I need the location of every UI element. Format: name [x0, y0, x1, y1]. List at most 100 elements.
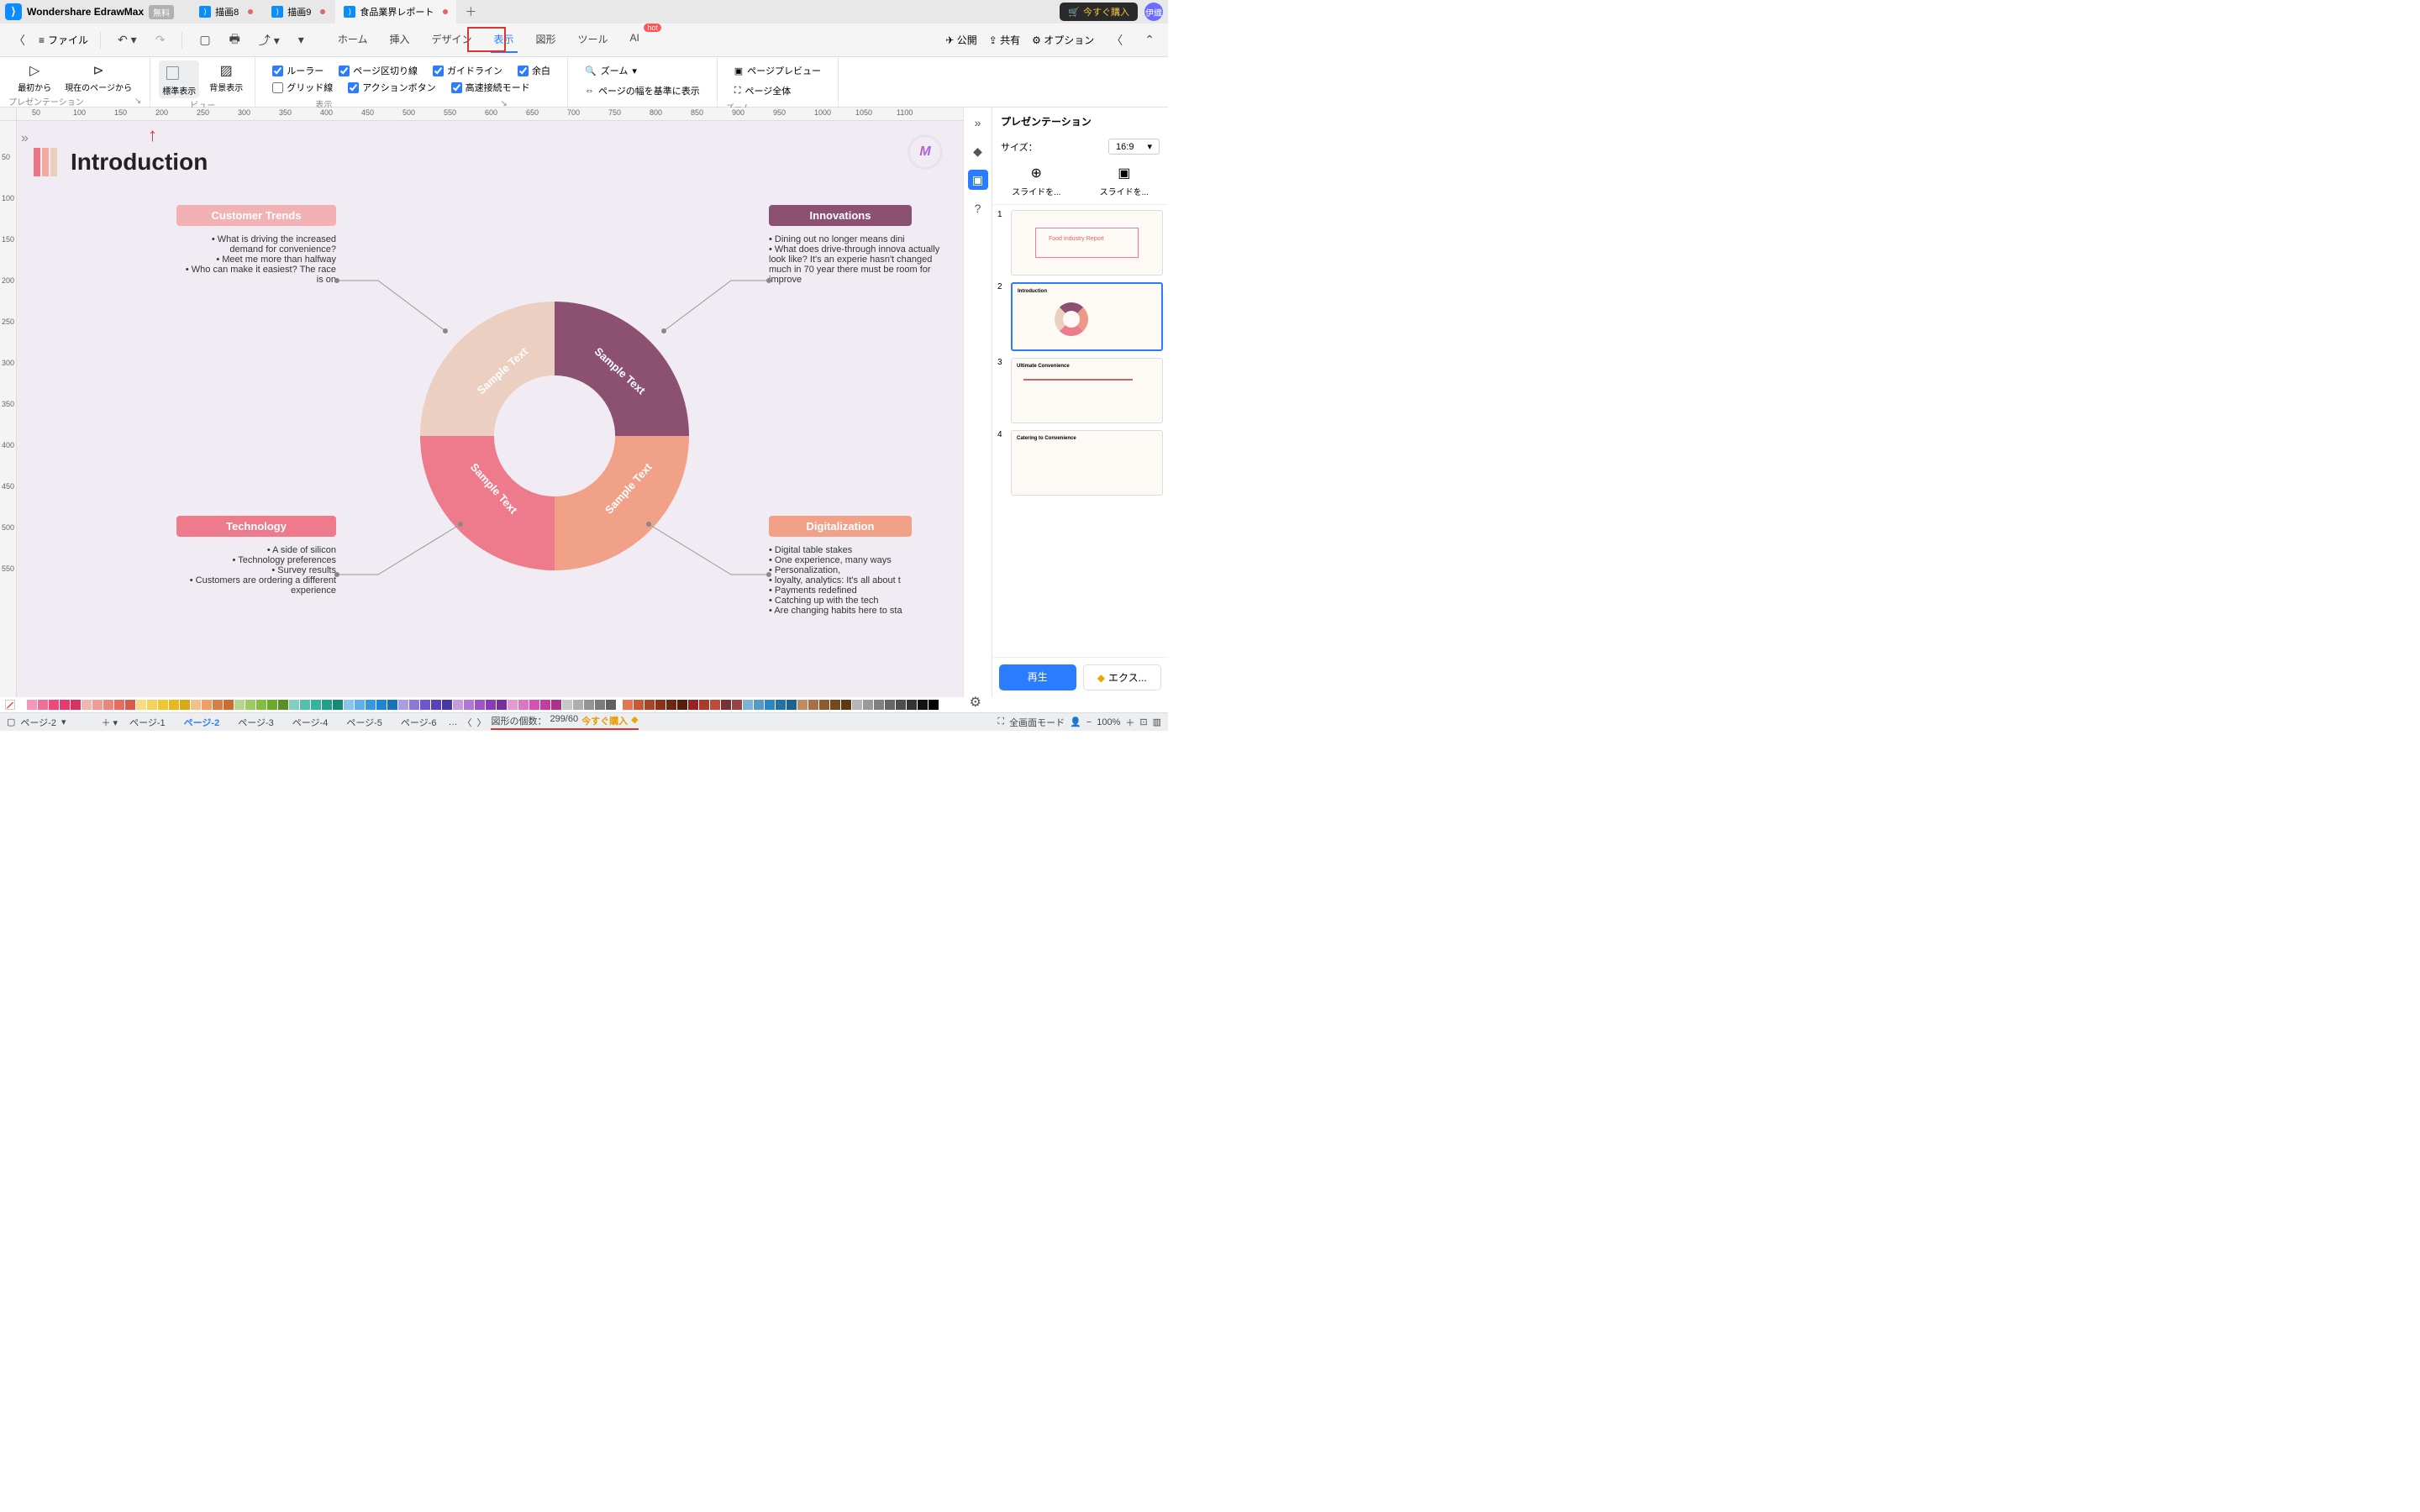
color-swatch[interactable] — [278, 700, 288, 710]
color-swatch[interactable] — [103, 700, 113, 710]
color-swatch[interactable] — [158, 700, 168, 710]
collapse-ribbon[interactable]: ⌃ — [1139, 29, 1160, 50]
present-from-current[interactable]: ⊳現在のページから — [61, 60, 135, 95]
donut-chart[interactable] — [420, 302, 689, 570]
color-swatch[interactable] — [224, 700, 234, 710]
innovations-header[interactable]: Innovations — [769, 205, 912, 226]
color-swatch[interactable] — [486, 700, 496, 710]
color-swatch[interactable] — [508, 700, 518, 710]
tab-shape[interactable]: 図形 — [533, 27, 560, 53]
publish-button[interactable]: ✈ 公開 — [945, 33, 976, 47]
color-swatch[interactable] — [540, 700, 550, 710]
color-swatch[interactable] — [376, 700, 387, 710]
color-swatch[interactable] — [606, 700, 616, 710]
color-swatch[interactable] — [644, 700, 655, 710]
undo-button[interactable]: ↶ ▾ — [113, 29, 142, 50]
color-swatch[interactable] — [92, 700, 103, 710]
create-slides-button[interactable]: ⊕スライドを... — [1012, 165, 1060, 197]
color-swatch[interactable] — [754, 700, 764, 710]
color-swatch[interactable] — [688, 700, 698, 710]
color-swatch[interactable] — [333, 700, 343, 710]
color-swatch[interactable] — [136, 700, 146, 710]
color-swatch[interactable] — [896, 700, 906, 710]
color-swatch[interactable] — [666, 700, 676, 710]
tab-view[interactable]: 表示 — [491, 27, 518, 53]
color-swatch[interactable] — [584, 700, 594, 710]
no-fill-swatch[interactable] — [5, 700, 15, 710]
share-button[interactable]: ⇪ 共有 — [989, 33, 1020, 47]
save-button[interactable]: ▢ — [194, 29, 215, 50]
customer-trends-header[interactable]: Customer Trends — [176, 205, 336, 226]
presenter-icon[interactable]: 👤 — [1070, 717, 1081, 727]
color-swatch[interactable] — [169, 700, 179, 710]
color-swatch[interactable] — [398, 700, 408, 710]
color-swatch[interactable] — [38, 700, 48, 710]
color-swatch[interactable] — [464, 700, 474, 710]
color-swatch[interactable] — [765, 700, 775, 710]
color-swatch[interactable] — [60, 700, 70, 710]
redo-button[interactable]: ↷ — [150, 29, 171, 50]
export-button[interactable]: ◆エクス... — [1083, 664, 1162, 690]
rail-help-icon[interactable]: ? — [968, 198, 988, 218]
fullscreen-button[interactable]: 全画面モード — [1009, 716, 1065, 729]
color-swatch[interactable] — [595, 700, 605, 710]
color-swatch[interactable] — [82, 700, 92, 710]
tab-design[interactable]: デザイン — [428, 27, 475, 53]
page-tab-4[interactable]: ページ-4 — [286, 714, 335, 731]
color-swatch[interactable] — [863, 700, 873, 710]
buy-button[interactable]: 🛒今すぐ購入 — [1060, 3, 1138, 21]
color-swatch[interactable] — [885, 700, 895, 710]
color-swatch[interactable] — [431, 700, 441, 710]
color-swatch[interactable] — [830, 700, 840, 710]
color-swatch[interactable] — [852, 700, 862, 710]
technology-header[interactable]: Technology — [176, 516, 336, 537]
color-swatch[interactable] — [256, 700, 266, 710]
color-swatch[interactable] — [841, 700, 851, 710]
zoom-value[interactable]: 100% — [1097, 717, 1120, 727]
more-button[interactable]: ▾ — [293, 29, 309, 50]
color-swatch[interactable] — [213, 700, 223, 710]
play-button[interactable]: 再生 — [999, 664, 1076, 690]
color-swatch[interactable] — [475, 700, 485, 710]
color-swatch[interactable] — [918, 700, 928, 710]
ruler-vertical[interactable]: 50100150200250300350400450500550 — [0, 121, 17, 697]
back-button[interactable]: 〈 — [8, 29, 30, 52]
color-swatch[interactable] — [623, 700, 633, 710]
cb-action[interactable]: アクションボタン — [348, 81, 435, 94]
color-swatch[interactable] — [929, 700, 939, 710]
page-tab-5[interactable]: ページ-5 — [339, 714, 389, 731]
rail-collapse-icon[interactable]: » — [968, 113, 988, 133]
cb-guideline[interactable]: ガイドライン — [433, 64, 502, 77]
color-swatch[interactable] — [27, 700, 37, 710]
thumb-3[interactable]: 3Ultimate Convenience — [997, 358, 1163, 423]
add-page-button[interactable]: ＋ ▾ — [102, 716, 118, 729]
ruler-horizontal[interactable]: 5010015020025030035040045050055060065070… — [17, 108, 963, 121]
color-swatch[interactable] — [311, 700, 321, 710]
page-tab-1[interactable]: ページ-1 — [123, 714, 172, 731]
tab-insert[interactable]: 挿入 — [386, 27, 413, 53]
zoom-in[interactable]: ＋ — [1125, 716, 1134, 729]
page-prev[interactable]: 〈 — [462, 716, 471, 729]
export-button[interactable]: ⤴ ▾ — [254, 29, 285, 52]
fit-icon[interactable]: ⛶ — [997, 717, 1004, 727]
color-swatch[interactable] — [655, 700, 666, 710]
color-swatch[interactable] — [114, 700, 124, 710]
tab-home[interactable]: ホーム — [334, 27, 371, 53]
cb-fast[interactable]: 高速接続モード — [451, 81, 530, 94]
color-swatch[interactable] — [732, 700, 742, 710]
buy-now-link[interactable]: 今すぐ購入 — [581, 714, 628, 727]
page-next[interactable]: 〉 — [476, 716, 486, 729]
color-swatch[interactable] — [442, 700, 452, 710]
color-swatch[interactable] — [191, 700, 201, 710]
tab-ai[interactable]: AIhot — [627, 27, 643, 53]
color-swatch[interactable] — [776, 700, 786, 710]
cb-grid[interactable]: グリッド線 — [272, 81, 333, 94]
current-page-label[interactable]: ページ-2 — [20, 716, 56, 729]
thumb-1[interactable]: 1Food Industry Report — [997, 210, 1163, 276]
color-swatch[interactable] — [797, 700, 808, 710]
layout-toggle-icon[interactable]: ▥ — [1153, 717, 1161, 727]
background-view[interactable]: ▨背景表示 — [206, 60, 246, 95]
expand-left-panel[interactable]: » — [21, 131, 31, 156]
color-swatch[interactable] — [71, 700, 81, 710]
page-tab-3[interactable]: ページ-3 — [231, 714, 281, 731]
